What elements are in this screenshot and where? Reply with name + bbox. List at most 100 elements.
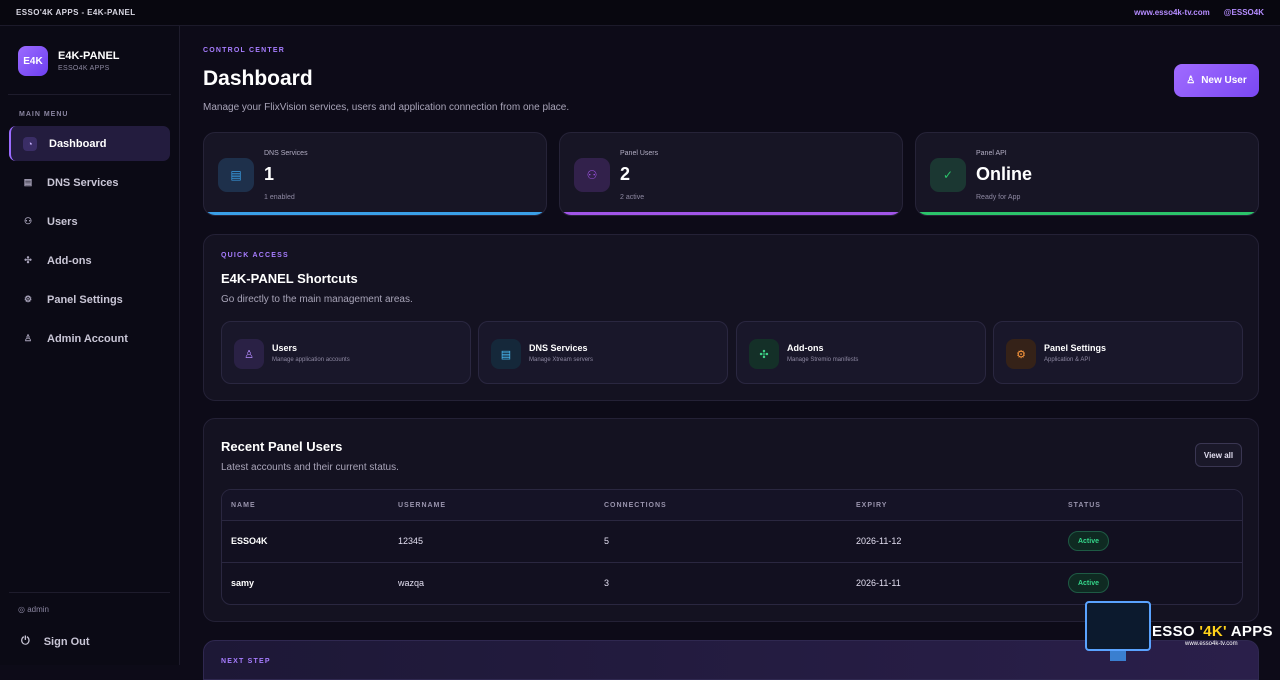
- stat-label: DNS Services: [264, 150, 308, 157]
- sidebar-item-label: Admin Account: [47, 332, 128, 345]
- puzzle-icon: ✣: [24, 255, 32, 265]
- recent-users-title: Recent Panel Users: [221, 439, 343, 454]
- shortcut-desc: Application & API: [1044, 357, 1091, 363]
- column-header: EXPIRY: [856, 502, 888, 509]
- page-eyebrow: CONTROL CENTER: [203, 47, 286, 54]
- page-title: Dashboard: [203, 67, 313, 90]
- brand-logo: E4K: [18, 46, 48, 76]
- stat-accent-bar: [560, 212, 902, 215]
- handle-link[interactable]: @ESSO4K: [1224, 8, 1264, 17]
- shortcut-panel-settings[interactable]: ⚙ Panel Settings Application & API: [993, 321, 1243, 384]
- monitor-stand: [1110, 651, 1126, 661]
- power-icon: ⏻: [21, 635, 30, 647]
- user-add-icon: ♙: [1186, 75, 1196, 86]
- recent-users-panel: Recent Panel Users Latest accounts and t…: [203, 418, 1259, 622]
- gauge-icon: ◔: [23, 136, 37, 151]
- brand-subtitle: ESSO4K APPS: [58, 65, 110, 72]
- quick-access-title: E4K-PANEL Shortcuts: [221, 271, 358, 286]
- stat-value: 2: [620, 164, 631, 184]
- next-step-eyebrow: NEXT STEP: [221, 658, 271, 665]
- cell-expiry: 2026-11-12: [856, 536, 902, 546]
- cell-username: 12345: [398, 536, 424, 546]
- users-table: NAME USERNAME CONNECTIONS EXPIRY STATUS ESSO4…: [221, 489, 1243, 605]
- watermark-title: ESSO '4K' APPS: [1152, 623, 1273, 640]
- stat-label: Panel API: [976, 150, 1007, 157]
- sidebar-footer: ◎ admin ⏻ Sign Out: [9, 592, 170, 665]
- brand[interactable]: E4K E4K-PANEL ESSO4K APPS: [8, 26, 171, 95]
- new-user-label: New User: [1201, 75, 1247, 86]
- cell-expiry: 2026-11-11: [856, 578, 901, 588]
- watermark: ESSO '4K' APPS www.esso4k-tv.com: [1085, 601, 1280, 665]
- table-row[interactable]: samy wazqa 3 2026-11-11 Active: [222, 563, 1242, 604]
- shortcut-desc: Manage application accounts: [272, 357, 350, 363]
- stat-label: Panel Users: [620, 150, 659, 157]
- watermark-url: www.esso4k-tv.com: [1185, 641, 1238, 647]
- users-icon: ⚇: [23, 216, 33, 226]
- status-badge: Active: [1068, 573, 1109, 593]
- website-link[interactable]: www.esso4k-tv.com: [1134, 8, 1210, 17]
- new-user-button[interactable]: ♙ New User: [1174, 64, 1259, 97]
- shortcut-dns-services[interactable]: ▤ DNS Services Manage Xtream servers: [478, 321, 728, 384]
- stat-card: ⚇ Panel Users 2 2 active: [559, 132, 903, 216]
- menu-label: MAIN MENU: [19, 111, 69, 118]
- quick-access-eyebrow: QUICK ACCESS: [221, 252, 289, 259]
- sidebar-item-label: Panel Settings: [47, 293, 123, 306]
- cell-connections: 5: [604, 536, 610, 546]
- cell-name: ESSO4K: [231, 536, 268, 546]
- watermark-post: APPS: [1226, 623, 1273, 640]
- user-gear-icon: ♙: [23, 333, 33, 343]
- column-header: CONNECTIONS: [604, 502, 667, 509]
- stat-accent-bar: [204, 212, 546, 215]
- stat-accent-bar: [916, 212, 1258, 215]
- gear-icon: ⚙: [1006, 339, 1036, 369]
- user-add-icon: ♙: [234, 339, 264, 369]
- sign-out-label: Sign Out: [43, 635, 90, 648]
- watermark-pre: ESSO: [1152, 623, 1200, 640]
- status-badge: Active: [1068, 531, 1109, 551]
- brand-name: E4K-PANEL: [58, 50, 120, 62]
- stat-meta: Ready for App: [976, 194, 1021, 201]
- page-subtitle: Manage your FlixVision services, users a…: [203, 102, 570, 113]
- shortcut-title: Users: [272, 343, 298, 353]
- shortcut-desc: Manage Xtream servers: [529, 357, 594, 363]
- server-icon: ▤: [218, 158, 254, 192]
- sidebar: E4K E4K-PANEL ESSO4K APPS MAIN MENU ◔ Das…: [0, 26, 180, 665]
- monitor-icon: [1085, 601, 1151, 651]
- sidebar-item-panel-settings[interactable]: ⚙ Panel Settings: [9, 282, 170, 317]
- column-header: STATUS: [1068, 502, 1101, 509]
- table-header: NAME USERNAME CONNECTIONS EXPIRY STATUS: [222, 490, 1242, 521]
- server-icon: ▤: [23, 177, 33, 187]
- quick-access-subtitle: Go directly to the main management areas…: [221, 294, 413, 305]
- top-links: www.esso4k-tv.com @ESSO4K: [1134, 8, 1264, 17]
- main-content: CONTROL CENTER Dashboard Manage your Fli…: [181, 26, 1280, 680]
- table-row[interactable]: ESSO4K 12345 5 2026-11-12 Active: [222, 521, 1242, 563]
- sign-out-button[interactable]: ⏻ Sign Out: [9, 624, 170, 659]
- cell-connections: 3: [604, 578, 610, 588]
- main-menu: ◔ Dashboard ▤ DNS Services ⚇ Users ✣ Add-ons ⚙ Pa…: [0, 126, 179, 356]
- shortcut-title: Panel Settings: [1044, 343, 1107, 353]
- sidebar-item-admin-account[interactable]: ♙ Admin Account: [9, 321, 170, 356]
- server-icon: ▤: [491, 339, 521, 369]
- sidebar-item-dns-services[interactable]: ▤ DNS Services: [9, 165, 170, 200]
- shortcut-title: DNS Services: [529, 343, 588, 353]
- sidebar-item-label: Users: [47, 215, 78, 228]
- view-all-button[interactable]: View all: [1195, 443, 1242, 467]
- sidebar-item-add-ons[interactable]: ✣ Add-ons: [9, 243, 170, 278]
- shortcut-users[interactable]: ♙ Users Manage application accounts: [221, 321, 471, 384]
- sidebar-item-users[interactable]: ⚇ Users: [9, 204, 170, 239]
- column-header: NAME: [231, 502, 256, 509]
- recent-users-subtitle: Latest accounts and their current status…: [221, 462, 399, 473]
- shortcut-desc: Manage Stremio manifests: [787, 357, 859, 363]
- sidebar-item-dashboard[interactable]: ◔ Dashboard: [9, 126, 170, 161]
- cell-name: samy: [231, 578, 255, 588]
- top-bar: ESSO'4K APPS - E4K-PANEL www.esso4k-tv.c…: [0, 0, 1280, 26]
- stat-value: 1: [264, 164, 275, 184]
- watermark-quoted: '4K': [1199, 623, 1227, 640]
- cell-username: wazqa: [398, 578, 425, 588]
- stat-meta: 1 enabled: [264, 194, 295, 201]
- shortcut-add-ons[interactable]: ✣ Add-ons Manage Stremio manifests: [736, 321, 986, 384]
- check-circle-icon: ✓: [930, 158, 966, 192]
- sidebar-item-label: Dashboard: [49, 137, 107, 150]
- admin-label: ◎ admin: [18, 605, 49, 614]
- column-header: USERNAME: [398, 502, 447, 509]
